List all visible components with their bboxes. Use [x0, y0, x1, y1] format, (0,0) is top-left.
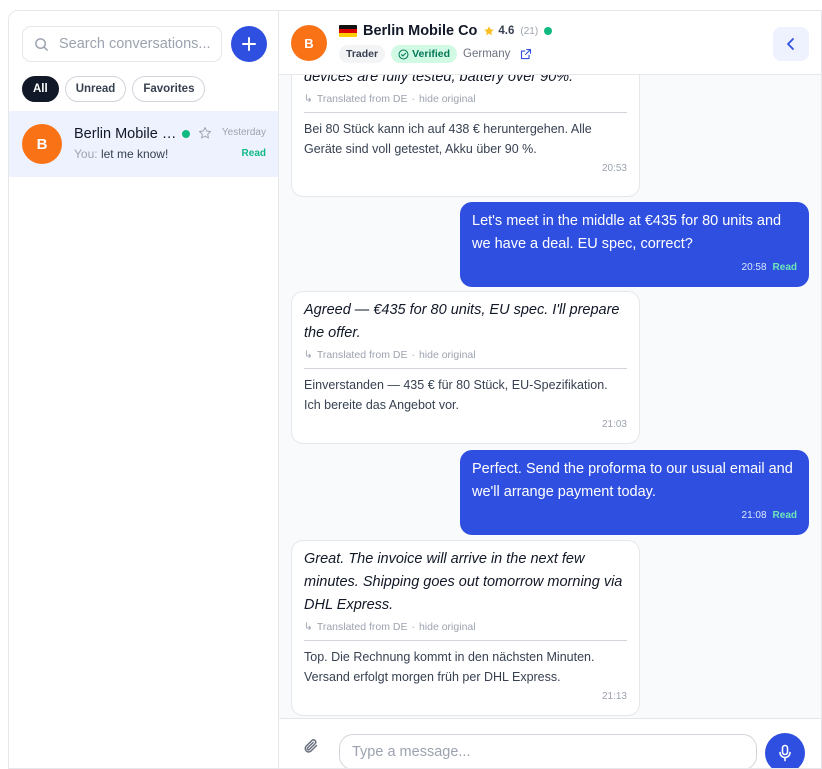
- translation-info: ↳ Translated from DE · hide original: [304, 349, 627, 369]
- review-count: (21): [520, 25, 539, 37]
- original-text: Einverstanden — 435 € für 80 Stück, EU-S…: [304, 378, 608, 412]
- header-avatar: B: [291, 25, 327, 61]
- message-time: 20:58: [741, 262, 767, 273]
- search-input[interactable]: [59, 36, 217, 52]
- online-indicator: [544, 27, 553, 35]
- message-list: devices are fully tested, battery over 9…: [279, 75, 821, 718]
- search-icon: [23, 37, 59, 52]
- online-indicator: [182, 130, 190, 138]
- voice-message-button[interactable]: [765, 733, 805, 768]
- message-composer: [279, 718, 821, 768]
- incoming-message: Great. The invoice will arrive in the ne…: [291, 540, 640, 716]
- message-time: 20:53: [601, 163, 627, 174]
- translation-info: ↳ Translated from DE · hide original: [304, 621, 627, 641]
- paperclip-icon[interactable]: [303, 737, 319, 760]
- original-text: Bei 80 Stück kann ich auf 438 € herunter…: [304, 122, 592, 156]
- conversation-item[interactable]: B Berlin Mobile Co Yesterday You: let me…: [9, 111, 278, 177]
- country: Germany: [463, 48, 511, 60]
- translated-label: Translated from DE: [316, 621, 408, 633]
- translate-arrow-icon: ↳: [304, 621, 313, 633]
- filter-chips: All Unread Favorites: [22, 76, 206, 102]
- avatar: B: [22, 124, 62, 164]
- message-time: 21:13: [601, 691, 627, 702]
- message-text: Agreed — €435 for 80 units, EU spec. I'l…: [304, 302, 620, 341]
- rating-value: 4.6: [498, 25, 515, 37]
- microphone-icon: [779, 744, 791, 762]
- hide-original-link[interactable]: hide original: [419, 93, 476, 105]
- outgoing-message: Perfect. Send the proforma to our usual …: [460, 450, 809, 535]
- message-time: 21:03: [601, 419, 627, 430]
- translation-info: ↳ Translated from DE · hide original: [304, 93, 627, 113]
- preview-prefix: You:: [74, 147, 98, 161]
- chat-header: B Berlin Mobile Co 4.6 (21) Trader Verif…: [279, 11, 821, 75]
- rating: 4.6: [483, 25, 514, 37]
- check-circle-icon: [398, 49, 409, 59]
- preview-text: let me know!: [100, 147, 169, 161]
- filter-unread[interactable]: Unread: [64, 76, 127, 102]
- message-text: Let's meet in the middle at €435 for 80 …: [472, 213, 782, 252]
- read-status: Read: [772, 262, 797, 273]
- hide-original-link[interactable]: hide original: [419, 349, 476, 361]
- message-meta: 20:58 Read: [472, 262, 797, 273]
- incoming-message: devices are fully tested, battery over 9…: [291, 75, 640, 197]
- messaging-app: All Unread Favorites B Berlin Mobile Co …: [8, 10, 822, 769]
- translated-label: Translated from DE: [316, 93, 408, 105]
- star-icon[interactable]: [198, 126, 212, 145]
- external-link-icon[interactable]: [520, 48, 532, 60]
- message-text: Perfect. Send the proforma to our usual …: [472, 461, 793, 500]
- verified-label: Verified: [412, 48, 451, 60]
- filter-all[interactable]: All: [22, 76, 59, 102]
- trader-badge: Trader: [339, 45, 386, 63]
- chat-panel: B Berlin Mobile Co 4.6 (21) Trader Verif…: [279, 11, 821, 768]
- collapse-panel-button[interactable]: [773, 27, 809, 61]
- original-text: Top. Die Rechnung kommt in den nächsten …: [304, 650, 595, 684]
- message-meta: 21:08 Read: [472, 510, 797, 521]
- incoming-message: Agreed — €435 for 80 units, EU spec. I'l…: [291, 291, 640, 444]
- read-status: Read: [241, 148, 266, 159]
- translate-arrow-icon: ↳: [304, 93, 313, 105]
- translate-arrow-icon: ↳: [304, 349, 313, 361]
- verified-badge: Verified: [391, 45, 458, 63]
- message-input[interactable]: [339, 734, 757, 768]
- message-text: Great. The invoice will arrive in the ne…: [304, 551, 623, 613]
- filter-favorites[interactable]: Favorites: [132, 76, 206, 102]
- message-text: devices are fully tested, battery over 9…: [304, 75, 574, 85]
- read-status: Read: [772, 510, 797, 521]
- search-box[interactable]: [22, 26, 222, 62]
- star-filled-icon: [484, 26, 495, 36]
- outgoing-message: Let's meet in the middle at €435 for 80 …: [460, 202, 809, 287]
- message-time: 21:08: [741, 510, 767, 521]
- conversation-name: Berlin Mobile Co: [74, 126, 178, 142]
- hide-original-link[interactable]: hide original: [419, 621, 476, 633]
- conversation-sidebar: All Unread Favorites B Berlin Mobile Co …: [9, 11, 279, 768]
- conversation-preview: You: let me know!: [74, 147, 168, 161]
- conversation-time: Yesterday: [221, 127, 266, 138]
- plus-icon: [242, 37, 256, 51]
- translated-label: Translated from DE: [316, 349, 408, 361]
- chevron-left-icon: [787, 38, 794, 50]
- germany-flag-icon: [339, 25, 357, 37]
- new-conversation-button[interactable]: [231, 26, 267, 62]
- contact-name: Berlin Mobile Co: [363, 23, 478, 39]
